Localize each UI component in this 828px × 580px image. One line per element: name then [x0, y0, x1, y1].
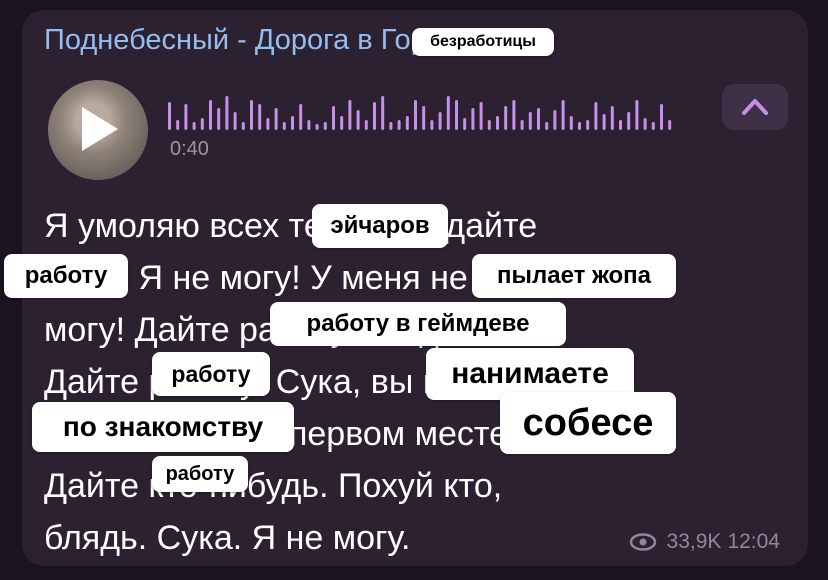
waveform-bar — [274, 108, 278, 130]
waveform-bar — [471, 108, 475, 130]
waveform-bar — [594, 102, 598, 130]
sticker-label: работу в геймдеве — [270, 302, 566, 346]
eye-icon — [629, 533, 656, 551]
waveform-bar — [619, 120, 622, 130]
waveform-bar — [446, 96, 450, 130]
waveform-bar — [168, 102, 171, 130]
waveform-bar — [643, 118, 647, 130]
waveform-bar — [610, 106, 614, 130]
sticker-label: по знакомству — [32, 402, 294, 452]
waveform-bar — [233, 112, 237, 130]
waveform-bar — [364, 120, 368, 130]
waveform-bar — [340, 116, 344, 130]
waveform-bar — [291, 116, 294, 130]
voice-duration: 0:40 — [170, 138, 209, 160]
waveform-bar — [397, 120, 401, 130]
sticker-label: работу — [4, 254, 128, 298]
waveform-bar — [504, 106, 508, 130]
collapse-button[interactable] — [722, 84, 788, 130]
waveform-bar — [323, 122, 327, 130]
waveform-bar — [356, 110, 360, 130]
waveform-bar — [332, 106, 335, 130]
waveform-bar — [348, 100, 352, 130]
waveform-bar — [545, 122, 549, 130]
waveform-bar — [520, 120, 524, 130]
play-icon[interactable] — [82, 107, 118, 151]
waveform-bar — [176, 120, 180, 130]
waveform-bar — [209, 100, 212, 130]
waveform-bar — [422, 106, 426, 130]
waveform-bar — [200, 118, 204, 130]
waveform-bar — [569, 116, 573, 130]
waveform-bar — [586, 120, 590, 130]
waveform[interactable] — [168, 92, 688, 132]
message-meta: 33,9K 12:04 — [629, 530, 780, 554]
waveform-bar — [479, 102, 483, 130]
waveform-bar — [381, 96, 385, 130]
waveform-bar — [389, 122, 393, 130]
sticker-label: пылает жопа — [472, 254, 676, 298]
waveform-bar — [627, 112, 631, 130]
waveform-bar — [266, 118, 270, 130]
waveform-bar — [430, 120, 434, 130]
waveform-bar — [561, 100, 565, 130]
waveform-bar — [438, 112, 442, 130]
waveform-bar — [553, 110, 557, 130]
waveform-bar — [528, 112, 532, 130]
waveform-bar — [192, 122, 196, 130]
waveform-bar — [307, 120, 311, 130]
waveform-bar — [250, 100, 253, 130]
waveform-bar — [225, 96, 229, 130]
sticker-label: работу — [152, 456, 248, 492]
waveform-bar — [373, 102, 376, 130]
waveform-bar — [455, 100, 458, 130]
sticker-label: безработицы — [412, 28, 554, 56]
waveform-bar — [635, 100, 639, 130]
message-time: 12:04 — [727, 530, 780, 553]
waveform-bar — [602, 114, 606, 130]
waveform-bar — [282, 122, 286, 130]
sticker-label: эйчаров — [312, 204, 448, 248]
sticker-label: собесе — [500, 392, 676, 454]
waveform-bar — [217, 108, 221, 130]
waveform-bar — [487, 120, 491, 130]
waveform-bar — [651, 122, 655, 130]
waveform-bar — [414, 100, 417, 130]
waveform-bar — [660, 104, 663, 130]
waveform-bar — [184, 104, 188, 130]
chevron-up-icon — [742, 99, 768, 115]
avatar[interactable] — [48, 80, 148, 180]
waveform-bar — [496, 116, 499, 130]
sticker-label: работу — [152, 352, 270, 396]
waveform-bar — [315, 124, 319, 130]
waveform-bar — [258, 104, 262, 130]
waveform-bar — [537, 108, 540, 130]
waveform-bar — [405, 116, 409, 130]
waveform-bar — [241, 122, 245, 130]
waveform-bar — [299, 104, 303, 130]
waveform-bar — [512, 100, 516, 130]
waveform-bar — [578, 122, 581, 130]
waveform-bar — [668, 120, 672, 130]
view-count: 33,9K — [666, 530, 722, 553]
waveform-bar — [463, 118, 467, 130]
